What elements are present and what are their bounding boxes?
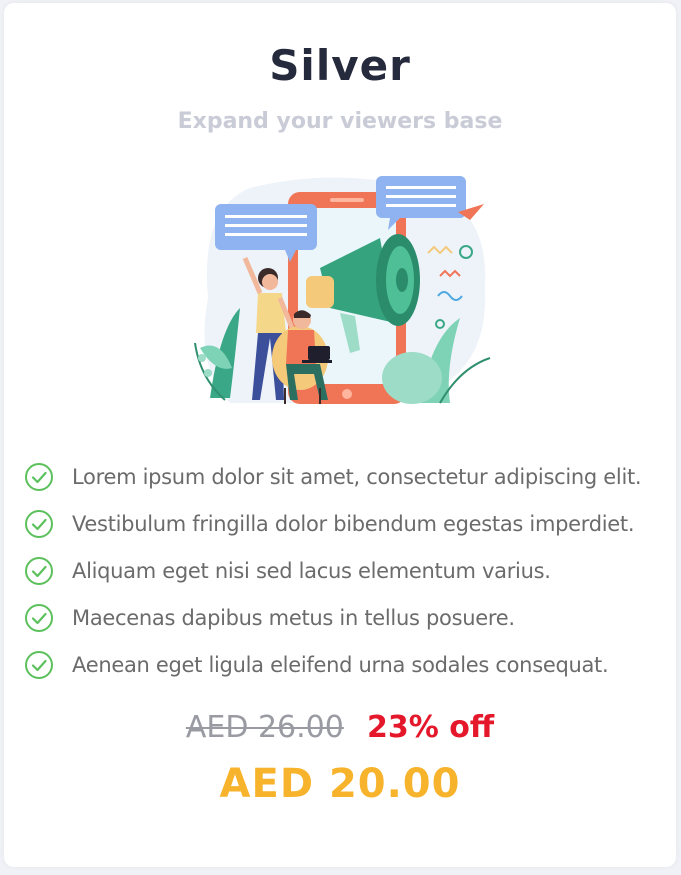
pricing-card: Silver Expand your viewers base Lorem ip… — [4, 3, 676, 867]
feature-item: Aenean eget ligula eleifend urna sodales… — [24, 641, 674, 688]
feature-text: Maecenas dapibus metus in tellus posuere… — [72, 605, 515, 630]
check-circle-icon — [25, 650, 53, 679]
feature-text: Aliquam eget nisi sed lacus elementum va… — [72, 558, 551, 583]
discount-badge: 23% off — [366, 710, 495, 745]
check-circle-icon — [25, 603, 53, 632]
feature-item: Aliquam eget nisi sed lacus elementum va… — [24, 547, 674, 594]
feature-item: Vestibulum fringilla dolor bibendum eges… — [24, 500, 674, 547]
plan-subtitle: Expand your viewers base — [177, 109, 503, 134]
feature-text: Lorem ipsum dolor sit amet, consectetur … — [72, 464, 642, 489]
price-row: AED 26.00 23% off — [4, 710, 676, 745]
plan-title: Silver — [269, 41, 411, 90]
current-price: AED 20.00 — [219, 761, 461, 807]
check-circle-icon — [25, 556, 53, 585]
feature-text: Aenean eget ligula eleifend urna sodales… — [72, 652, 609, 677]
original-price: AED 26.00 — [185, 710, 344, 745]
check-circle-icon — [25, 462, 53, 491]
check-circle-icon — [25, 509, 53, 538]
feature-text: Vestibulum fringilla dolor bibendum eges… — [72, 511, 635, 536]
feature-item: Lorem ipsum dolor sit amet, consectetur … — [24, 453, 674, 500]
feature-item: Maecenas dapibus metus in tellus posuere… — [24, 594, 674, 641]
megaphone-marketing-illustration — [194, 176, 491, 404]
feature-list: Lorem ipsum dolor sit amet, consectetur … — [24, 453, 674, 688]
